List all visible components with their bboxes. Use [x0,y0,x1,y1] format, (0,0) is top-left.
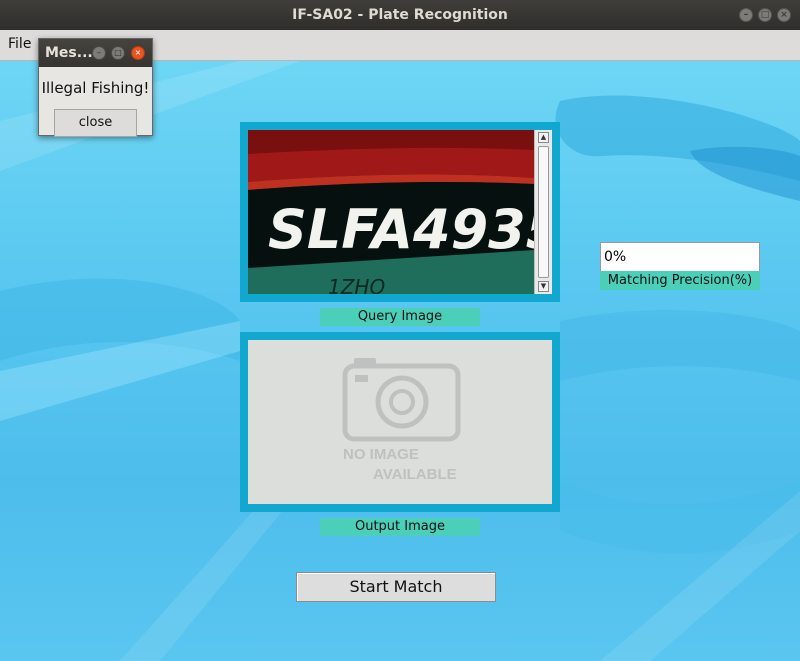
query-image-frame: SLFA4935 1ZHQ ▲ ▼ [240,122,560,302]
maximize-icon[interactable]: □ [758,8,772,22]
start-match-button[interactable]: Start Match [296,572,496,602]
message-dialog: Mes... – □ × Illegal Fishing! close [38,38,153,137]
no-image-text: NO IMAGE [343,446,419,463]
main-canvas: SLFA4935 1ZHQ ▲ ▼ Query Image NO IMAGE A… [0,61,800,661]
dialog-title: Mes... [45,45,93,61]
query-image-caption: Query Image [320,308,480,326]
dialog-close-button[interactable]: close [54,109,137,137]
menu-file[interactable]: File [8,36,31,52]
precision-label: Matching Precision(%) [600,271,760,290]
dialog-message: Illegal Fishing! [41,79,150,97]
plate-text: SLFA4935 [268,198,534,261]
close-icon[interactable]: × [777,8,791,22]
query-scrollbar[interactable]: ▲ ▼ [534,130,552,294]
dialog-close-icon[interactable]: × [131,46,145,60]
scroll-down-icon[interactable]: ▼ [538,281,549,292]
dialog-minimize-icon[interactable]: – [92,46,106,60]
scroll-thumb[interactable] [538,146,549,278]
window-titlebar: IF-SA02 - Plate Recognition – □ × [0,0,800,30]
no-image-placeholder: NO IMAGE AVAILABLE [248,340,552,504]
boat-plate-photo: SLFA4935 1ZHQ [248,130,534,294]
minimize-icon[interactable]: – [739,8,753,22]
window-title: IF-SA02 - Plate Recognition [292,7,508,23]
available-text: AVAILABLE [373,466,457,483]
scroll-up-icon[interactable]: ▲ [538,132,549,143]
output-image-caption: Output Image [320,518,480,536]
precision-field[interactable]: 0% [600,242,760,272]
query-image: SLFA4935 1ZHQ [248,130,534,294]
svg-text:1ZHQ: 1ZHQ [328,275,385,294]
dialog-maximize-icon[interactable]: □ [111,46,125,60]
output-image-frame: NO IMAGE AVAILABLE [240,332,560,512]
